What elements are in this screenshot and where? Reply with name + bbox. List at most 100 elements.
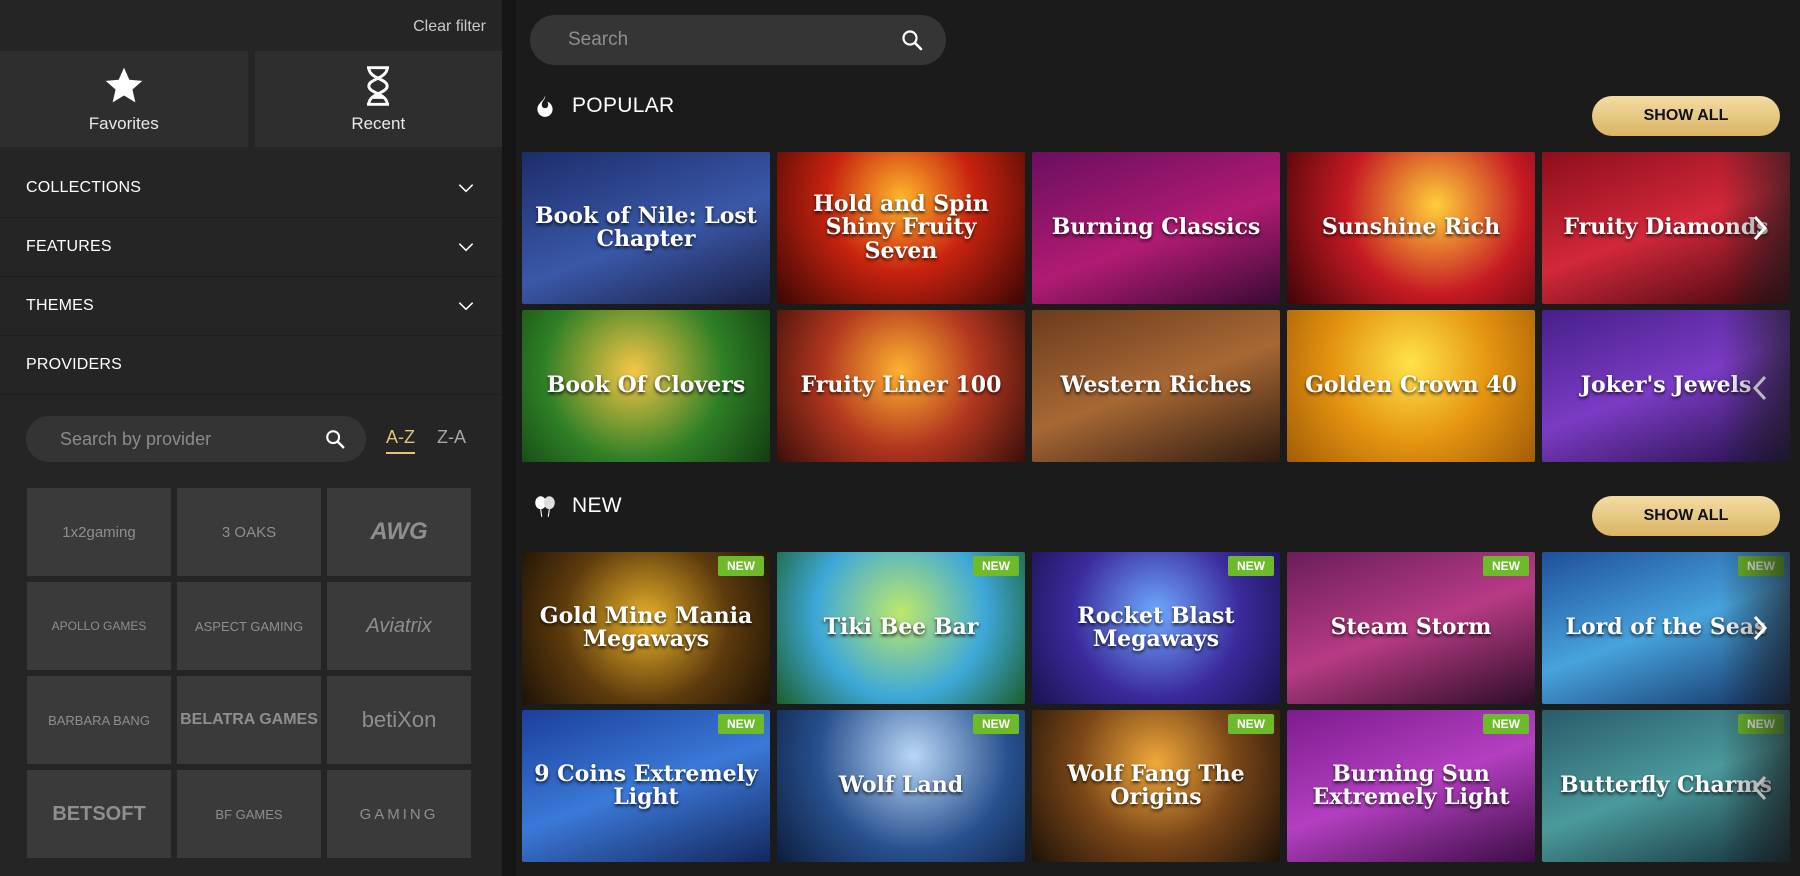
provider-tile[interactable]: 3 OAKS — [177, 488, 321, 576]
new-prev-arrow[interactable] — [1748, 772, 1772, 804]
game-title: Book of Nile: Lost Chapter — [535, 202, 757, 252]
game-tile[interactable]: Western Riches — [1032, 310, 1280, 462]
provider-tile[interactable]: BARBARA BANG — [27, 676, 171, 764]
popular-next-arrow[interactable] — [1748, 212, 1772, 244]
chevron-left-icon — [1752, 775, 1767, 801]
features-filter[interactable]: FEATURES — [0, 218, 502, 277]
game-tile[interactable]: Golden Crown 40 — [1287, 310, 1535, 462]
game-title: Western Riches — [1060, 372, 1252, 399]
new-title: NEW — [572, 494, 622, 517]
provider-search — [26, 416, 366, 462]
game-title: Fruity Liner 100 — [800, 372, 1002, 399]
provider-tile[interactable]: 1x2gaming — [27, 488, 171, 576]
chevron-down-icon — [458, 243, 474, 252]
game-tile[interactable]: Rocket Blast Megaways NEW — [1032, 552, 1280, 704]
game-title: Book Of Clovers — [546, 372, 746, 399]
game-tile[interactable]: Hold and Spin Shiny Fruity Seven — [777, 152, 1025, 304]
game-tile[interactable]: Steam Storm NEW — [1287, 552, 1535, 704]
provider-grid: 1x2gaming 3 OAKS AWG APOLLO GAMES ASPECT… — [27, 488, 475, 858]
game-search-input[interactable] — [566, 28, 900, 52]
search-icon[interactable] — [900, 28, 924, 52]
favorites-tab[interactable]: Favorites — [0, 51, 248, 147]
game-title: Burning Sun Extremely Light — [1312, 760, 1510, 810]
new-header: NEW — [532, 492, 622, 520]
recent-tab[interactable]: Recent — [254, 51, 502, 147]
new-badge: NEW — [718, 556, 764, 576]
popular-header: POPULAR — [532, 92, 674, 120]
provider-tile[interactable]: APOLLO GAMES — [27, 582, 171, 670]
search-icon[interactable] — [324, 428, 346, 450]
favorites-label: Favorites — [88, 114, 159, 133]
collections-label: COLLECTIONS — [26, 179, 142, 196]
collections-filter[interactable]: COLLECTIONS — [0, 159, 502, 218]
game-tile[interactable]: Burning Classics — [1032, 152, 1280, 304]
game-tile[interactable]: Wolf Land NEW — [777, 710, 1025, 862]
new-badge: NEW — [1228, 556, 1274, 576]
game-tile[interactable]: Sunshine Rich — [1287, 152, 1535, 304]
game-title: Wolf Land — [838, 772, 964, 799]
provider-tile[interactable]: GAMING — [327, 770, 471, 858]
game-tile[interactable]: Book of Nile: Lost Chapter — [522, 152, 770, 304]
game-title: 9 Coins Extremely Light — [534, 760, 758, 810]
game-title: Wolf Fang The Origins — [1067, 760, 1245, 810]
provider-tile[interactable]: BETSOFT — [27, 770, 171, 858]
main-content: POPULAR SHOW ALL Book of Nile: Lost Chap… — [516, 0, 1800, 876]
game-tile[interactable]: Gold Mine Mania Megaways NEW — [522, 552, 770, 704]
provider-tile[interactable]: betiXon — [327, 676, 471, 764]
popular-title: POPULAR — [572, 94, 675, 117]
chevron-down-icon — [458, 184, 474, 193]
clear-filter-link[interactable]: Clear filter — [413, 18, 486, 36]
provider-tile[interactable]: ASPECT GAMING — [177, 582, 321, 670]
game-title: Sunshine Rich — [1321, 214, 1501, 241]
chevron-right-icon — [1753, 215, 1768, 241]
sort-za[interactable]: Z-A — [437, 427, 466, 454]
hourglass-icon — [367, 66, 390, 106]
new-badge: NEW — [1228, 714, 1274, 734]
sidebar: Clear filter Favorites Recent COLLECTION… — [0, 0, 502, 876]
provider-tile[interactable]: AWG — [327, 488, 471, 576]
carousel-fade — [1720, 552, 1800, 862]
sort-az[interactable]: A-Z — [386, 427, 415, 454]
provider-tile[interactable]: BELATRA GAMES — [177, 676, 321, 764]
filter-list: COLLECTIONS FEATURES THEMES PROVIDERS — [0, 159, 502, 395]
popular-show-all-button[interactable]: SHOW ALL — [1592, 96, 1780, 136]
game-title: Gold Mine Mania Megaways — [539, 602, 753, 652]
game-tile[interactable]: Book Of Clovers — [522, 310, 770, 462]
carousel-fade — [1720, 152, 1800, 462]
new-badge: NEW — [718, 714, 764, 734]
popular-games-grid: Book of Nile: Lost Chapter Hold and Spin … — [522, 152, 1790, 462]
game-tile[interactable]: Burning Sun Extremely Light NEW — [1287, 710, 1535, 862]
themes-filter[interactable]: THEMES — [0, 277, 502, 336]
provider-tile[interactable]: Aviatrix — [327, 582, 471, 670]
game-tile[interactable]: Tiki Bee Bar NEW — [777, 552, 1025, 704]
themes-label: THEMES — [26, 297, 94, 314]
recent-label: Recent — [351, 114, 406, 133]
game-title: Burning Classics — [1051, 214, 1261, 241]
game-title: Tiki Bee Bar — [823, 614, 979, 641]
chevron-left-icon — [1752, 375, 1767, 401]
game-tile[interactable]: Fruity Liner 100 — [777, 310, 1025, 462]
game-tile[interactable]: 9 Coins Extremely Light NEW — [522, 710, 770, 862]
game-title: Rocket Blast Megaways — [1077, 602, 1235, 652]
new-badge: NEW — [973, 714, 1019, 734]
game-title: Hold and Spin Shiny Fruity Seven — [813, 191, 989, 264]
quick-tabs: Favorites Recent — [0, 51, 502, 147]
popular-prev-arrow[interactable] — [1748, 372, 1772, 404]
chevron-right-icon — [1753, 615, 1768, 641]
providers-label: PROVIDERS — [26, 356, 123, 373]
sort-options: A-Z Z-A — [386, 427, 466, 454]
new-next-arrow[interactable] — [1748, 612, 1772, 644]
star-icon — [105, 67, 143, 103]
balloons-icon — [535, 496, 555, 517]
game-search — [530, 15, 946, 65]
game-tile[interactable]: Wolf Fang The Origins NEW — [1032, 710, 1280, 862]
new-games-grid: Gold Mine Mania Megaways NEW Tiki Bee Bar N… — [522, 552, 1790, 862]
provider-tile[interactable]: BF GAMES — [177, 770, 321, 858]
providers-filter[interactable]: PROVIDERS — [0, 336, 502, 395]
provider-search-input[interactable] — [58, 427, 324, 451]
features-label: FEATURES — [26, 238, 112, 255]
new-badge: NEW — [1483, 556, 1529, 576]
chevron-down-icon — [458, 302, 474, 311]
new-show-all-button[interactable]: SHOW ALL — [1592, 496, 1780, 536]
sidebar-divider — [502, 0, 516, 876]
